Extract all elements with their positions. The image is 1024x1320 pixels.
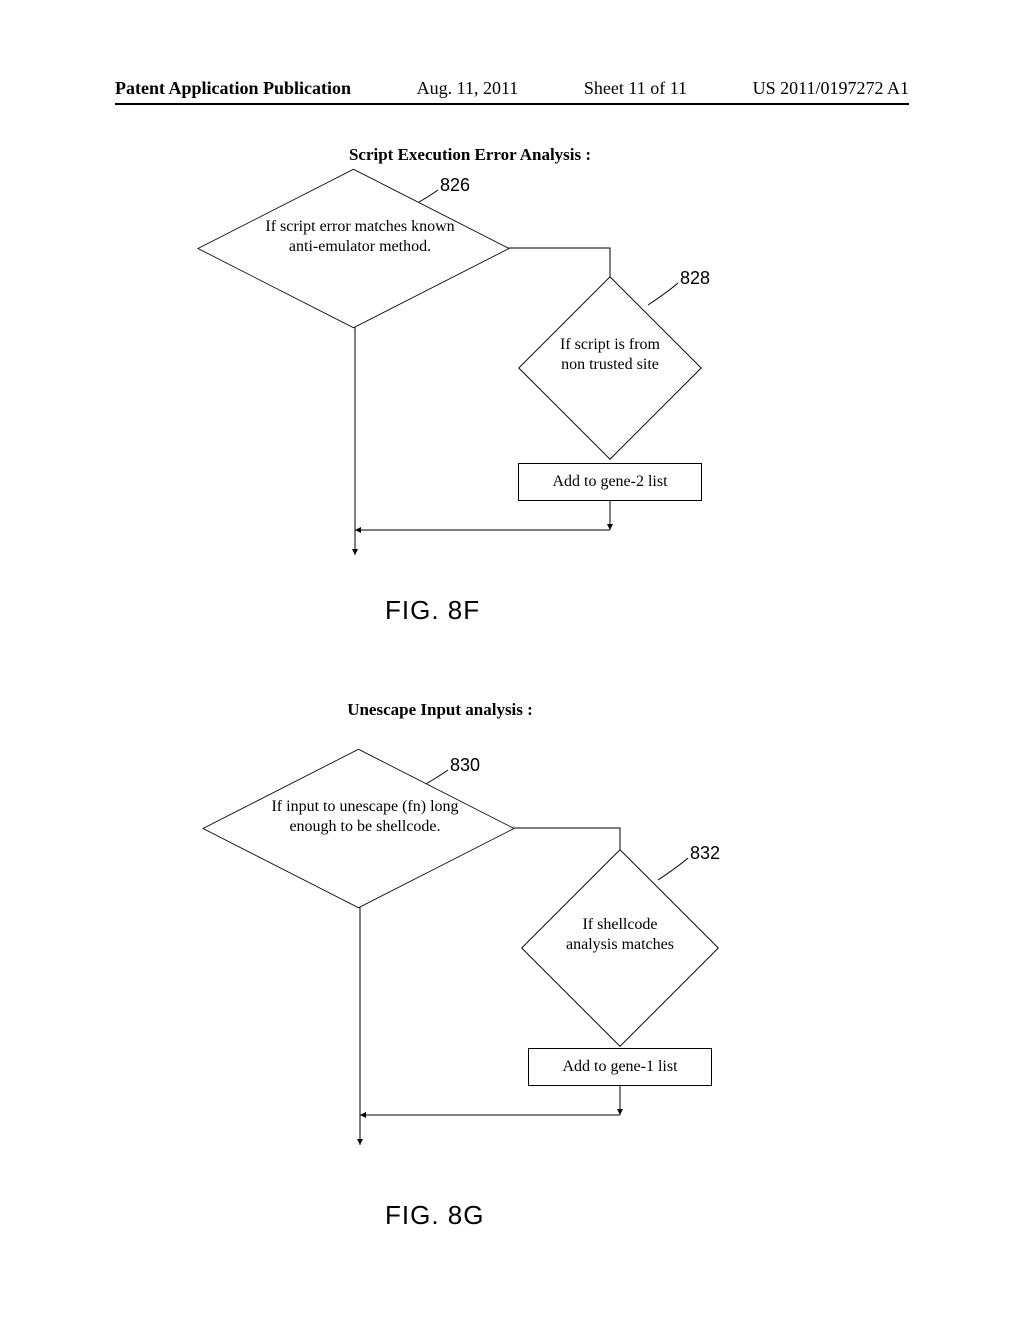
action-add-gene1: Add to gene-1 list	[528, 1048, 712, 1086]
page-header: Patent Application Publication Aug. 11, …	[115, 78, 909, 105]
refnum-830: 830	[450, 755, 480, 776]
action-add-gene1-text: Add to gene-1 list	[562, 1058, 677, 1076]
flowchart-8f: If script error matches known anti-emula…	[200, 175, 800, 605]
header-date: Aug. 11, 2011	[417, 78, 519, 99]
decision-830-text: If input to unescape (fn) long enough to…	[260, 797, 470, 837]
figure-label-8g: FIG. 8G	[385, 1200, 484, 1231]
figure-label-8f: FIG. 8F	[385, 595, 480, 626]
decision-828-text: If script is from non trusted site	[550, 335, 670, 375]
header-left: Patent Application Publication	[115, 78, 351, 99]
section-title-8g: Unescape Input analysis :	[300, 700, 580, 720]
section-title-8f: Script Execution Error Analysis :	[310, 145, 630, 165]
refnum-826: 826	[440, 175, 470, 196]
header-sheet: Sheet 11 of 11	[584, 78, 687, 99]
action-add-gene2-text: Add to gene-2 list	[552, 473, 667, 491]
decision-826-text: If script error matches known anti-emula…	[260, 217, 460, 257]
flowchart-8g: If input to unescape (fn) long enough to…	[200, 755, 800, 1185]
refnum-828: 828	[680, 268, 710, 289]
refnum-832: 832	[690, 843, 720, 864]
action-add-gene2: Add to gene-2 list	[518, 463, 702, 501]
decision-832-text: If shellcode analysis matches	[560, 915, 680, 955]
header-pubno: US 2011/0197272 A1	[753, 78, 909, 99]
